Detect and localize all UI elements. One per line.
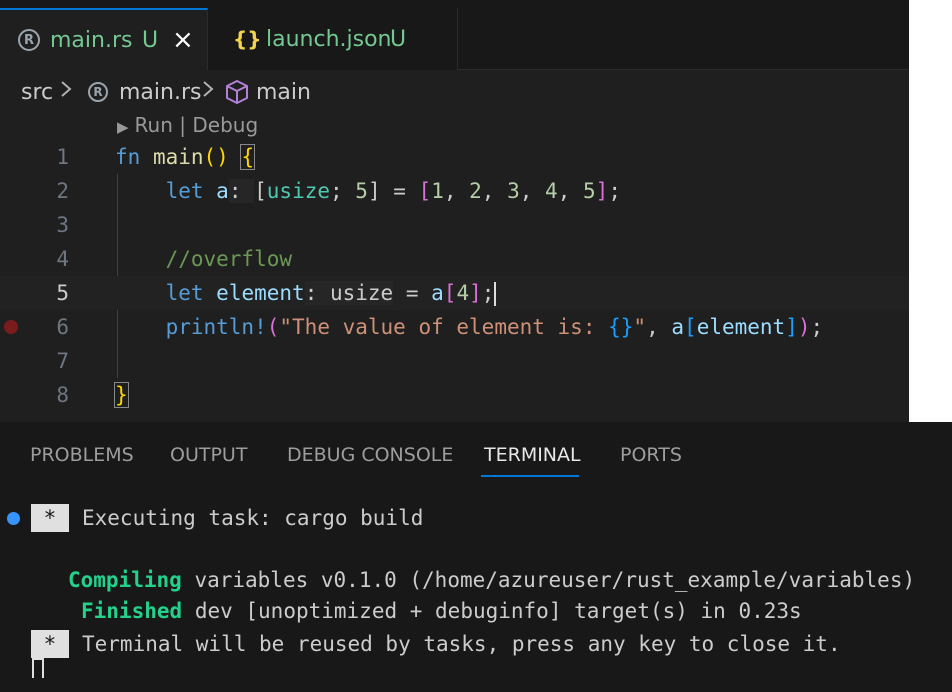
finished-text: dev [unoptimized + debuginfo] target(s) … bbox=[194, 599, 802, 623]
code-text: let a: [usize; 5] = [1, 2, 3, 4, 5]; bbox=[165, 179, 621, 203]
tab-label: main.rs bbox=[50, 27, 133, 53]
tab-output[interactable]: OUTPUT bbox=[170, 444, 247, 466]
breakpoint-icon[interactable] bbox=[4, 320, 18, 334]
code-line[interactable]: 2 let a: [usize; 5] = [1, 2, 3, 4, 5]; bbox=[0, 174, 909, 208]
tab-problems[interactable]: PROBLEMS bbox=[30, 444, 134, 466]
reuse-marker: * bbox=[31, 630, 69, 658]
bottom-panel: PROBLEMS OUTPUT DEBUG CONSOLE TERMINAL P… bbox=[0, 422, 952, 692]
terminal-line: Compiling variables v0.1.0 (/home/azureu… bbox=[68, 564, 915, 596]
code-line-current[interactable]: 5 let element: usize = a[4]; bbox=[0, 276, 909, 310]
line-number: 7 bbox=[56, 349, 69, 373]
task-marker: * bbox=[31, 504, 69, 532]
code-text: //overflow bbox=[165, 247, 293, 271]
cube-icon bbox=[224, 79, 250, 105]
chevron-right-icon bbox=[59, 79, 73, 105]
line-number: 8 bbox=[56, 383, 69, 407]
compiling-text: variables v0.1.0 (/home/azureuser/rust_e… bbox=[194, 568, 916, 592]
line-number: 3 bbox=[56, 213, 69, 237]
line-number: 4 bbox=[56, 247, 69, 271]
reuse-line: Terminal will be reused by tasks, press … bbox=[82, 632, 841, 656]
line-number: 5 bbox=[56, 281, 69, 305]
codelens-divider: | bbox=[179, 113, 187, 137]
tab-label: launch.json bbox=[266, 26, 392, 52]
terminal-line: Finished dev [unoptimized + debuginfo] t… bbox=[81, 595, 802, 627]
terminal-cursor bbox=[32, 658, 44, 678]
breadcrumb-symbol[interactable]: main bbox=[256, 80, 311, 105]
code-line[interactable]: 4 //overflow bbox=[0, 242, 909, 276]
tab-terminal[interactable]: TERMINAL bbox=[484, 444, 581, 466]
tab-launch-json[interactable]: {} launch.json U bbox=[208, 8, 458, 70]
code-line[interactable]: 1 fn main() { bbox=[0, 140, 909, 174]
code-text: println!("The value of element is: {}", … bbox=[165, 315, 824, 339]
tab-ports[interactable]: PORTS bbox=[620, 444, 682, 466]
rust-icon: R bbox=[18, 29, 40, 51]
tab-debug-console[interactable]: DEBUG CONSOLE bbox=[287, 444, 453, 466]
close-icon[interactable]: × bbox=[172, 27, 194, 53]
play-icon: ▶ bbox=[117, 118, 129, 136]
editor-area: R main.rs U × {} launch.json U src R mai… bbox=[0, 0, 909, 422]
text-cursor bbox=[494, 281, 497, 306]
line-number: 1 bbox=[56, 145, 69, 169]
line-number: 6 bbox=[56, 315, 69, 339]
panel-tab-bar: PROBLEMS OUTPUT DEBUG CONSOLE TERMINAL P… bbox=[0, 422, 952, 486]
codelens: ▶ Run | Debug bbox=[117, 113, 258, 137]
untracked-badge: U bbox=[390, 26, 407, 52]
code-text: fn main() { bbox=[115, 144, 256, 170]
compiling-label: Compiling bbox=[68, 568, 182, 592]
task-line: Executing task: cargo build bbox=[82, 506, 424, 530]
finished-label: Finished bbox=[81, 599, 183, 623]
code-line[interactable]: 8 } bbox=[0, 378, 909, 412]
line-number: 2 bbox=[56, 179, 69, 203]
breadcrumb-folder[interactable]: src bbox=[21, 80, 53, 105]
code-line[interactable]: 3 bbox=[0, 208, 909, 242]
task-status-icon bbox=[7, 511, 20, 525]
active-tab-indicator bbox=[481, 475, 579, 477]
editor-tab-bar: R main.rs U × {} launch.json U bbox=[0, 0, 909, 70]
code-line[interactable]: 6 println!("The value of element is: {}"… bbox=[0, 310, 909, 344]
codelens-run[interactable]: Run bbox=[135, 113, 173, 137]
json-icon: {} bbox=[233, 27, 262, 51]
chevron-right-icon bbox=[201, 79, 215, 105]
breadcrumb: src R main.rs main bbox=[0, 70, 909, 114]
tab-main-rs[interactable]: R main.rs U × bbox=[0, 8, 208, 70]
breadcrumb-file[interactable]: main.rs bbox=[119, 80, 201, 105]
code-line[interactable]: 7 bbox=[0, 344, 909, 378]
untracked-badge: U bbox=[142, 27, 159, 53]
codelens-debug[interactable]: Debug bbox=[192, 113, 258, 137]
code-text: let element: usize = a[4]; bbox=[165, 280, 497, 306]
code-text: } bbox=[114, 382, 129, 408]
rust-icon: R bbox=[88, 82, 108, 102]
